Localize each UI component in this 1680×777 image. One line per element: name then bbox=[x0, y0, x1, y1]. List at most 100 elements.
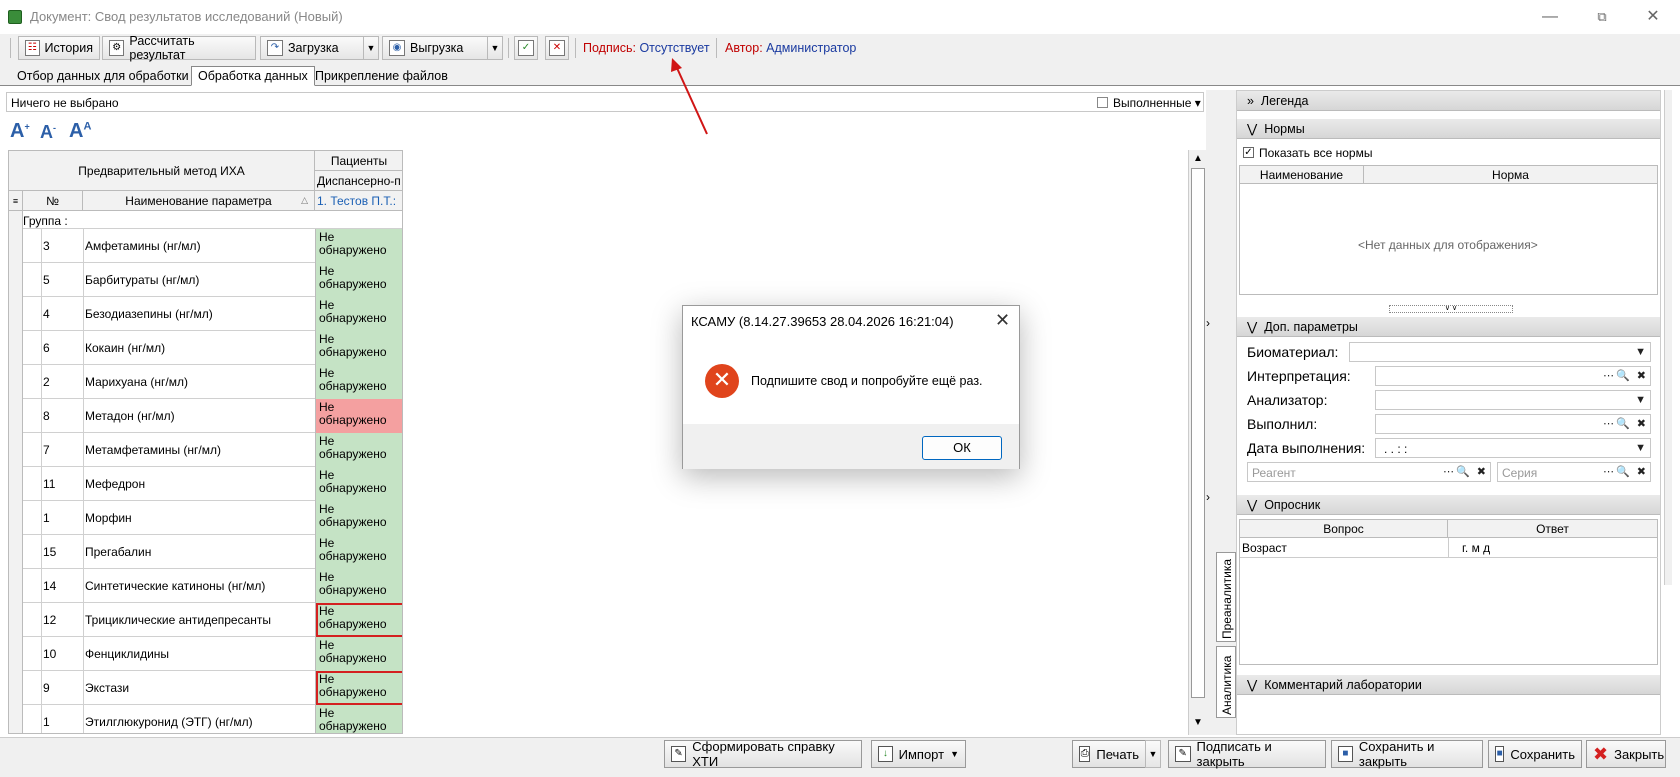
result-cell[interactable]: Не обнаружено bbox=[316, 229, 402, 263]
calculate-button[interactable]: ⚙ Рассчитать результат bbox=[102, 34, 256, 62]
tab-preanalytics[interactable]: Преаналитика bbox=[1216, 552, 1236, 642]
questionnaire-section[interactable]: ⋁ Опросник bbox=[1237, 495, 1660, 515]
scroll-thumb[interactable] bbox=[1191, 168, 1205, 698]
norms-section[interactable]: ⋁ Нормы bbox=[1237, 119, 1660, 139]
result-cell[interactable]: Не обнаружено bbox=[316, 501, 402, 535]
row-indicator[interactable] bbox=[9, 535, 23, 569]
result-cell[interactable]: Не обнаружено bbox=[316, 467, 402, 501]
table-row[interactable]: 1 Этилглюкуронид (ЭТГ) (нг/мл) Не обнаруже… bbox=[9, 705, 402, 733]
print-dropdown[interactable]: ▼ bbox=[1145, 740, 1161, 768]
interpretation-field[interactable]: ⋯ 🔍 ✖ bbox=[1375, 366, 1651, 386]
row-indicator[interactable] bbox=[9, 671, 23, 705]
result-cell[interactable]: Не обнаружено bbox=[316, 637, 402, 671]
row-indicator[interactable] bbox=[9, 603, 23, 637]
close-button[interactable]: ✖ Закрыть bbox=[1586, 740, 1666, 768]
history-button[interactable]: ☷ История bbox=[18, 36, 100, 60]
import-button[interactable]: ↓ Импорт ▼ bbox=[871, 740, 966, 768]
table-row[interactable]: 3 Амфетамины (нг/мл) Не обнаружено bbox=[9, 229, 402, 263]
table-row[interactable]: 5 Барбитураты (нг/мл) Не обнаружено bbox=[9, 263, 402, 297]
sign-close-button[interactable]: ✎ Подписать и закрыть bbox=[1168, 739, 1326, 769]
result-cell[interactable]: Не обнаружено bbox=[316, 433, 402, 467]
expand-left-icon[interactable]: › bbox=[1206, 316, 1210, 330]
doc-check-button[interactable]: ✓ bbox=[514, 36, 538, 60]
analyzer-select[interactable]: ▼ bbox=[1375, 390, 1651, 410]
table-row[interactable]: 6 Кокаин (нг/мл) Не обнаружено bbox=[9, 331, 402, 365]
doc-cancel-button[interactable]: ✕ bbox=[545, 36, 569, 60]
biomaterial-select[interactable]: ▼ bbox=[1349, 342, 1651, 362]
row-indicator[interactable] bbox=[9, 569, 23, 603]
result-cell[interactable]: Не обнаружено bbox=[316, 331, 402, 365]
q-row[interactable]: Возраст г. м д bbox=[1240, 538, 1658, 558]
table-row[interactable]: 15 Прегабалин Не обнаружено bbox=[9, 535, 402, 569]
row-indicator[interactable] bbox=[9, 365, 23, 399]
table-row[interactable]: 12 Трициклические антидепресанты Не обнару… bbox=[9, 603, 402, 637]
result-cell[interactable]: Не обнаружено bbox=[316, 365, 402, 399]
table-row[interactable]: 10 Фенциклидины Не обнаружено bbox=[9, 637, 402, 671]
completed-checkbox[interactable] bbox=[1097, 97, 1108, 108]
tab-attach-files[interactable]: Прикрепление файлов bbox=[308, 66, 455, 86]
ok-button[interactable]: ОК bbox=[922, 436, 1002, 460]
result-cell[interactable]: Не обнаружено bbox=[316, 399, 402, 433]
result-cell[interactable]: Не обнаружено bbox=[316, 535, 402, 569]
load-dropdown[interactable]: ▼ bbox=[363, 36, 379, 60]
tab-data-selection[interactable]: Отбор данных для обработки bbox=[10, 66, 196, 86]
table-row[interactable]: 7 Метамфетамины (нг/мл) Не обнаружено bbox=[9, 433, 402, 467]
export-button[interactable]: ◉ Выгрузка bbox=[382, 36, 488, 60]
row-indicator[interactable] bbox=[9, 637, 23, 671]
extra-params-section[interactable]: ⋁ Доп. параметры bbox=[1237, 317, 1660, 337]
completed-label[interactable]: Выполненные ▾ bbox=[1113, 96, 1201, 110]
minimize-button[interactable]: — bbox=[1535, 6, 1565, 28]
date-done-field[interactable]: . . : : ▼ bbox=[1375, 438, 1651, 458]
row-indicator[interactable] bbox=[9, 467, 23, 501]
row-indicator[interactable] bbox=[9, 705, 23, 733]
column-chooser-icon[interactable]: ≡ bbox=[9, 191, 23, 211]
row-indicator[interactable] bbox=[9, 501, 23, 535]
table-row[interactable]: 11 Мефедрон Не обнаружено bbox=[9, 467, 402, 501]
save-button[interactable]: ■ Сохранить bbox=[1488, 740, 1582, 768]
row-indicator[interactable] bbox=[9, 433, 23, 467]
export-dropdown[interactable]: ▼ bbox=[487, 36, 503, 60]
row-indicator[interactable] bbox=[9, 229, 23, 263]
lab-comment-section[interactable]: ⋁ Комментарий лаборатории bbox=[1237, 675, 1660, 695]
table-row[interactable]: 4 Безодиазепины (нг/мл) Не обнаружено bbox=[9, 297, 402, 331]
dialog-close-icon[interactable]: ✕ bbox=[995, 310, 1010, 331]
row-indicator[interactable] bbox=[9, 297, 23, 331]
col-num-header[interactable]: № bbox=[23, 191, 83, 211]
row-indicator[interactable] bbox=[9, 331, 23, 365]
save-close-button[interactable]: ■ Сохранить и закрыть bbox=[1331, 739, 1483, 769]
restore-button[interactable]: ⧉ bbox=[1587, 6, 1617, 28]
expand-right-icon[interactable]: › bbox=[1206, 490, 1210, 504]
result-cell[interactable]: Не обнаружено bbox=[316, 297, 402, 331]
table-row[interactable]: 9 Экстази Не обнаружено bbox=[9, 671, 402, 705]
result-cell[interactable]: Не обнаружено bbox=[316, 263, 402, 297]
selection-filter[interactable]: Ничего не выбрано Выполненные ▾ bbox=[6, 92, 1204, 112]
col-name-header[interactable]: Наименование параметра △ bbox=[83, 191, 315, 211]
row-indicator[interactable] bbox=[9, 399, 23, 433]
row-indicator[interactable] bbox=[9, 263, 23, 297]
load-button[interactable]: ↷ Загрузка bbox=[260, 36, 364, 60]
result-cell[interactable]: Не обнаружено bbox=[316, 705, 402, 733]
make-report-button[interactable]: ✎ Сформировать справку ХТИ bbox=[664, 739, 862, 769]
result-cell[interactable]: Не обнаружено bbox=[316, 671, 402, 705]
table-row[interactable]: 1 Морфин Не обнаружено bbox=[9, 501, 402, 535]
font-reset-icon[interactable]: AA bbox=[69, 120, 91, 143]
table-row[interactable]: 8 Метадон (нг/мл) Не обнаружено bbox=[9, 399, 402, 433]
right-panel-scrollbar[interactable] bbox=[1664, 90, 1672, 585]
scroll-down-icon[interactable]: ▼ bbox=[1191, 716, 1205, 730]
font-increase-icon[interactable]: A+ bbox=[10, 120, 30, 143]
font-decrease-icon[interactable]: A- bbox=[40, 122, 56, 143]
close-window-button[interactable]: ✕ bbox=[1638, 6, 1668, 28]
series-field[interactable]: Серия ⋯ 🔍 ✖ bbox=[1497, 462, 1651, 482]
print-button[interactable]: ⎙ Печать bbox=[1072, 740, 1146, 768]
table-row[interactable]: 2 Марихуана (нг/мл) Не обнаружено bbox=[9, 365, 402, 399]
performed-by-field[interactable]: ⋯ 🔍 ✖ bbox=[1375, 414, 1651, 434]
tab-analytics[interactable]: Аналитика bbox=[1216, 646, 1236, 718]
scroll-up-icon[interactable]: ▲ bbox=[1191, 152, 1205, 166]
splitter-handle-icon[interactable]: ∨ ∨ bbox=[1389, 305, 1513, 313]
grid-vertical-scrollbar[interactable]: ▲ ▼ bbox=[1188, 150, 1206, 735]
result-cell[interactable]: Не обнаружено bbox=[316, 603, 402, 637]
reagent-field[interactable]: Реагент ⋯ 🔍 ✖ bbox=[1247, 462, 1491, 482]
show-all-norms-checkbox[interactable]: ✓ bbox=[1243, 147, 1254, 158]
patient-column-header[interactable]: 1. Тестов П.Т.: bbox=[315, 191, 402, 211]
tab-data-processing[interactable]: Обработка данных bbox=[191, 66, 315, 86]
